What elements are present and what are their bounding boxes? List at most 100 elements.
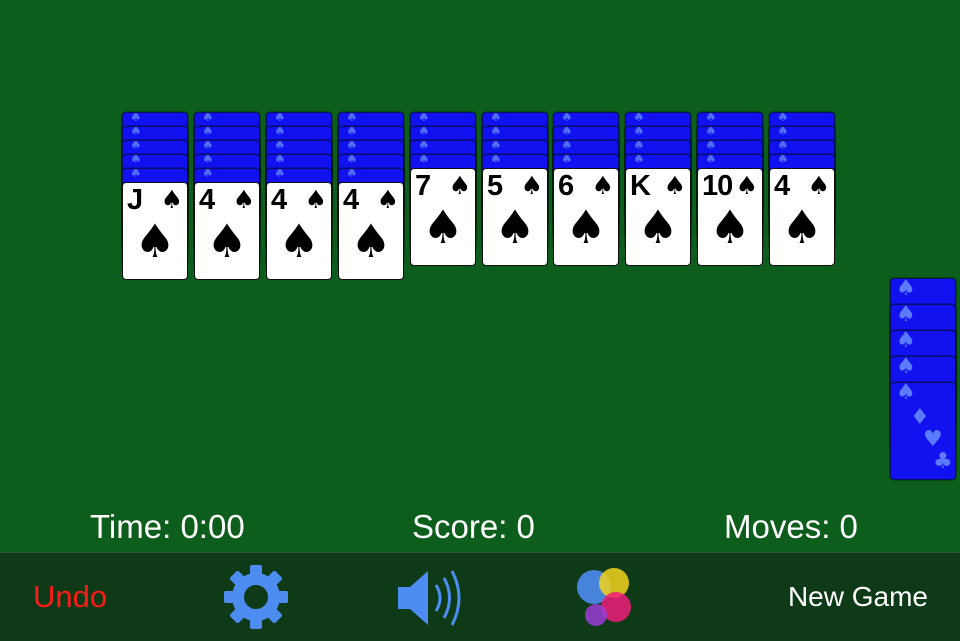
card-suit-small: ♠ [591, 171, 614, 200]
face-up-card[interactable]: 7 ♠ ♠ [410, 168, 476, 266]
face-up-card[interactable]: 6 ♠ ♠ [553, 168, 619, 266]
card-back-pattern: ♠ [633, 112, 645, 125]
face-up-card[interactable]: 4 ♠ ♠ [769, 168, 835, 266]
game-center-icon [577, 568, 631, 626]
tableau-pile-2[interactable]: ♠ ♠ ♠ ♠ ♠ 4 ♠ ♠ [194, 112, 260, 282]
card-rank: 10 [702, 170, 733, 202]
card-back-pattern: ♠ [705, 126, 717, 139]
card-back-pattern: ♣ [933, 449, 953, 474]
card-back-pattern: ♠ [130, 112, 142, 125]
card-suit-large: ♠ [565, 200, 607, 254]
card-suit-large: ♠ [206, 214, 248, 268]
card-rank: K [630, 170, 651, 202]
card-back-pattern: ♠ [896, 356, 916, 379]
card-back-pattern: ♠ [705, 140, 717, 153]
card-back-pattern: ♠ [561, 154, 573, 167]
card-rank: 6 [558, 170, 574, 202]
sound-button[interactable] [394, 567, 468, 629]
card-back-pattern: ♠ [202, 140, 214, 153]
card-back-pattern: ♠ [777, 126, 789, 139]
card-suit-small: ♠ [807, 171, 830, 200]
face-up-card[interactable]: 4 ♠ ♠ [266, 182, 332, 280]
card-back-pattern: ♠ [418, 112, 430, 125]
face-up-card[interactable]: 5 ♠ ♠ [482, 168, 548, 266]
card-back-pattern: ♠ [418, 140, 430, 153]
card-back-pattern: ♠ [130, 168, 142, 181]
card-back-pattern: ♠ [130, 154, 142, 167]
face-up-card[interactable]: K ♠ ♠ [625, 168, 691, 266]
stock-card: ♠ ♦ ♥ ♣ [890, 382, 956, 480]
tableau-pile-1[interactable]: ♠ ♠ ♠ ♠ ♠ J ♠ ♠ [122, 112, 188, 282]
game-center-button[interactable] [572, 567, 636, 629]
tableau-pile-7[interactable]: ♠ ♠ ♠ ♠ 6 ♠ ♠ [553, 112, 619, 282]
card-back-pattern: ♠ [274, 140, 286, 153]
card-suit-large: ♠ [494, 200, 536, 254]
card-back-pattern: ♠ [490, 126, 502, 139]
card-back-pattern: ♠ [130, 126, 142, 139]
card-back-pattern: ♠ [777, 154, 789, 167]
card-back-pattern: ♠ [346, 154, 358, 167]
card-back-pattern: ♠ [202, 154, 214, 167]
card-back-pattern: ♠ [202, 126, 214, 139]
card-rank: 5 [487, 170, 503, 202]
card-back-pattern: ♠ [346, 168, 358, 181]
tableau-pile-5[interactable]: ♠ ♠ ♠ ♠ 7 ♠ ♠ [410, 112, 476, 282]
bottom-toolbar: Undo New Game [0, 552, 960, 641]
tableau-pile-8[interactable]: ♠ ♠ ♠ ♠ K ♠ ♠ [625, 112, 691, 282]
card-back-pattern: ♠ [896, 330, 916, 353]
moves-display: Moves: 0 [724, 508, 858, 545]
score-display: Score: 0 [412, 508, 535, 545]
card-back-pattern: ♠ [561, 126, 573, 139]
card-suit-small: ♠ [735, 171, 758, 200]
card-suit-small: ♠ [160, 185, 183, 214]
card-back-pattern: ♠ [490, 112, 502, 125]
card-suit-small: ♠ [376, 185, 399, 214]
stock-pile[interactable]: ♠ ♠ ♠ ♠ ♠ ♦ ♥ ♣ [890, 278, 956, 480]
card-rank: 4 [774, 170, 790, 202]
card-back-pattern: ♠ [561, 112, 573, 125]
game-table: ♠ ♠ ♠ ♠ ♠ J ♠ ♠ ♠ ♠ ♠ ♠ ♠ 4 ♠ ♠ ♠ ♠ ♠ ♠ ♠ 4 ♠ ♠ ♠ ♠ ♠ ♠ ♠ 4 ♠ ♠ ♠ ♠ ♠ ♠ 7 ♠ ♠ ♠… [0, 0, 960, 552]
card-back-pattern: ♠ [633, 140, 645, 153]
gear-icon [224, 565, 288, 629]
undo-button[interactable]: Undo [33, 577, 107, 617]
card-rank: J [127, 184, 143, 216]
card-suit-small: ♠ [520, 171, 543, 200]
card-back-pattern: ♠ [561, 140, 573, 153]
card-back-pattern: ♠ [705, 112, 717, 125]
face-up-card[interactable]: 4 ♠ ♠ [194, 182, 260, 280]
card-back-pattern: ♠ [274, 112, 286, 125]
card-back-pattern: ♠ [777, 112, 789, 125]
tableau-pile-4[interactable]: ♠ ♠ ♠ ♠ ♠ 4 ♠ ♠ [338, 112, 404, 282]
card-back-pattern: ♠ [346, 112, 358, 125]
card-back-pattern: ♠ [346, 140, 358, 153]
tableau-pile-10[interactable]: ♠ ♠ ♠ ♠ 4 ♠ ♠ [769, 112, 835, 282]
time-display: Time: 0:00 [90, 508, 245, 545]
card-rank: 4 [271, 184, 287, 216]
face-up-card[interactable]: 10 ♠ ♠ [697, 168, 763, 266]
card-back-pattern: ♠ [896, 278, 916, 301]
new-game-button[interactable]: New Game [788, 579, 928, 615]
card-back-pattern: ♠ [490, 140, 502, 153]
speaker-icon [398, 570, 461, 626]
card-back-pattern: ♠ [896, 304, 916, 327]
card-back-pattern: ♠ [202, 112, 214, 125]
tableau-pile-6[interactable]: ♠ ♠ ♠ ♠ 5 ♠ ♠ [482, 112, 548, 282]
card-back-pattern: ♠ [418, 154, 430, 167]
card-suit-large: ♠ [637, 200, 679, 254]
card-back-pattern: ♠ [202, 168, 214, 181]
card-back-pattern: ♦ [910, 405, 930, 430]
tableau-pile-3[interactable]: ♠ ♠ ♠ ♠ ♠ 4 ♠ ♠ [266, 112, 332, 282]
card-rank: 7 [415, 170, 431, 202]
tableau-pile-9[interactable]: ♠ ♠ ♠ ♠ 10 ♠ ♠ [697, 112, 763, 282]
card-back-pattern: ♠ [274, 126, 286, 139]
card-suit-small: ♠ [663, 171, 686, 200]
settings-button[interactable] [220, 561, 292, 633]
face-up-card[interactable]: J ♠ ♠ [122, 182, 188, 280]
card-rank: 4 [199, 184, 215, 216]
status-bar: Time: 0:00 Score: 0 Moves: 0 [0, 505, 960, 549]
face-up-card[interactable]: 4 ♠ ♠ [338, 182, 404, 280]
card-back-pattern: ♠ [130, 140, 142, 153]
card-back-pattern: ♠ [274, 154, 286, 167]
card-back-pattern: ♠ [633, 126, 645, 139]
card-back-pattern: ♠ [705, 154, 717, 167]
